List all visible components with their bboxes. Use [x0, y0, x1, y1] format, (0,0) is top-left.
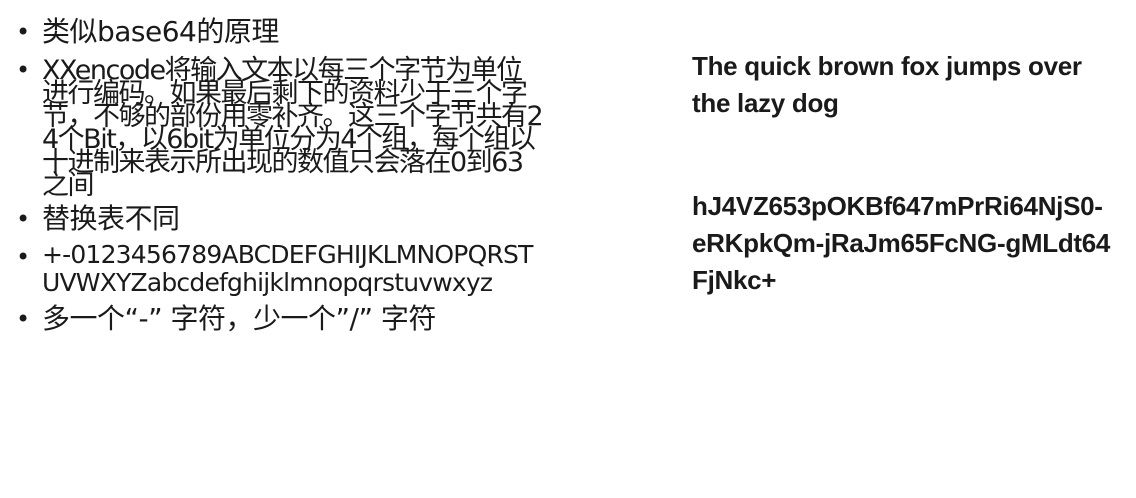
bullet-item-alphabet: • +-0123456789ABCDEFGHIJKLMNOPQRSTUVWXYZ… [14, 241, 544, 297]
bullet-item-char-difference: • 多一个“-” 字符，少一个”/” 字符 [14, 303, 544, 335]
example-block: The quick brown fox jumps over the lazy … [692, 48, 1112, 295]
bullet-text: 替换表不同 [42, 202, 180, 235]
bullet-text: 类似base64的原理 [42, 15, 279, 48]
bullet-marker: • [16, 243, 30, 271]
bullet-item-table-differs: • 替换表不同 [14, 203, 544, 235]
bullet-list: • 类似base64的原理 • XXencode将输入文本以每三个字节为单位进行… [14, 16, 544, 341]
bullet-marker: • [16, 305, 30, 333]
bullet-marker: • [16, 56, 30, 84]
bullet-item-encoding-description: • XXencode将输入文本以每三个字节为单位进行编码。如果最后剩下的资料少于… [14, 54, 544, 201]
slide: • 类似base64的原理 • XXencode将输入文本以每三个字节为单位进行… [0, 0, 1136, 498]
plain-text-example: The quick brown fox jumps over the lazy … [692, 51, 1082, 118]
encoded-text-example: hJ4VZ653pOKBf647mPrRi64NjS0-eRKpkQm-jRaJ… [692, 191, 1111, 295]
bullet-text: +-0123456789ABCDEFGHIJKLMNOPQRSTUVWXYZab… [42, 240, 533, 297]
bullet-marker: • [16, 18, 30, 46]
bullet-text: XXencode将输入文本以每三个字节为单位进行编码。如果最后剩下的资料少于三个… [42, 55, 544, 201]
bullet-text: 多一个“-” 字符，少一个”/” 字符 [42, 302, 436, 335]
bullet-item-principle: • 类似base64的原理 [14, 16, 544, 48]
bullet-marker: • [16, 205, 30, 233]
